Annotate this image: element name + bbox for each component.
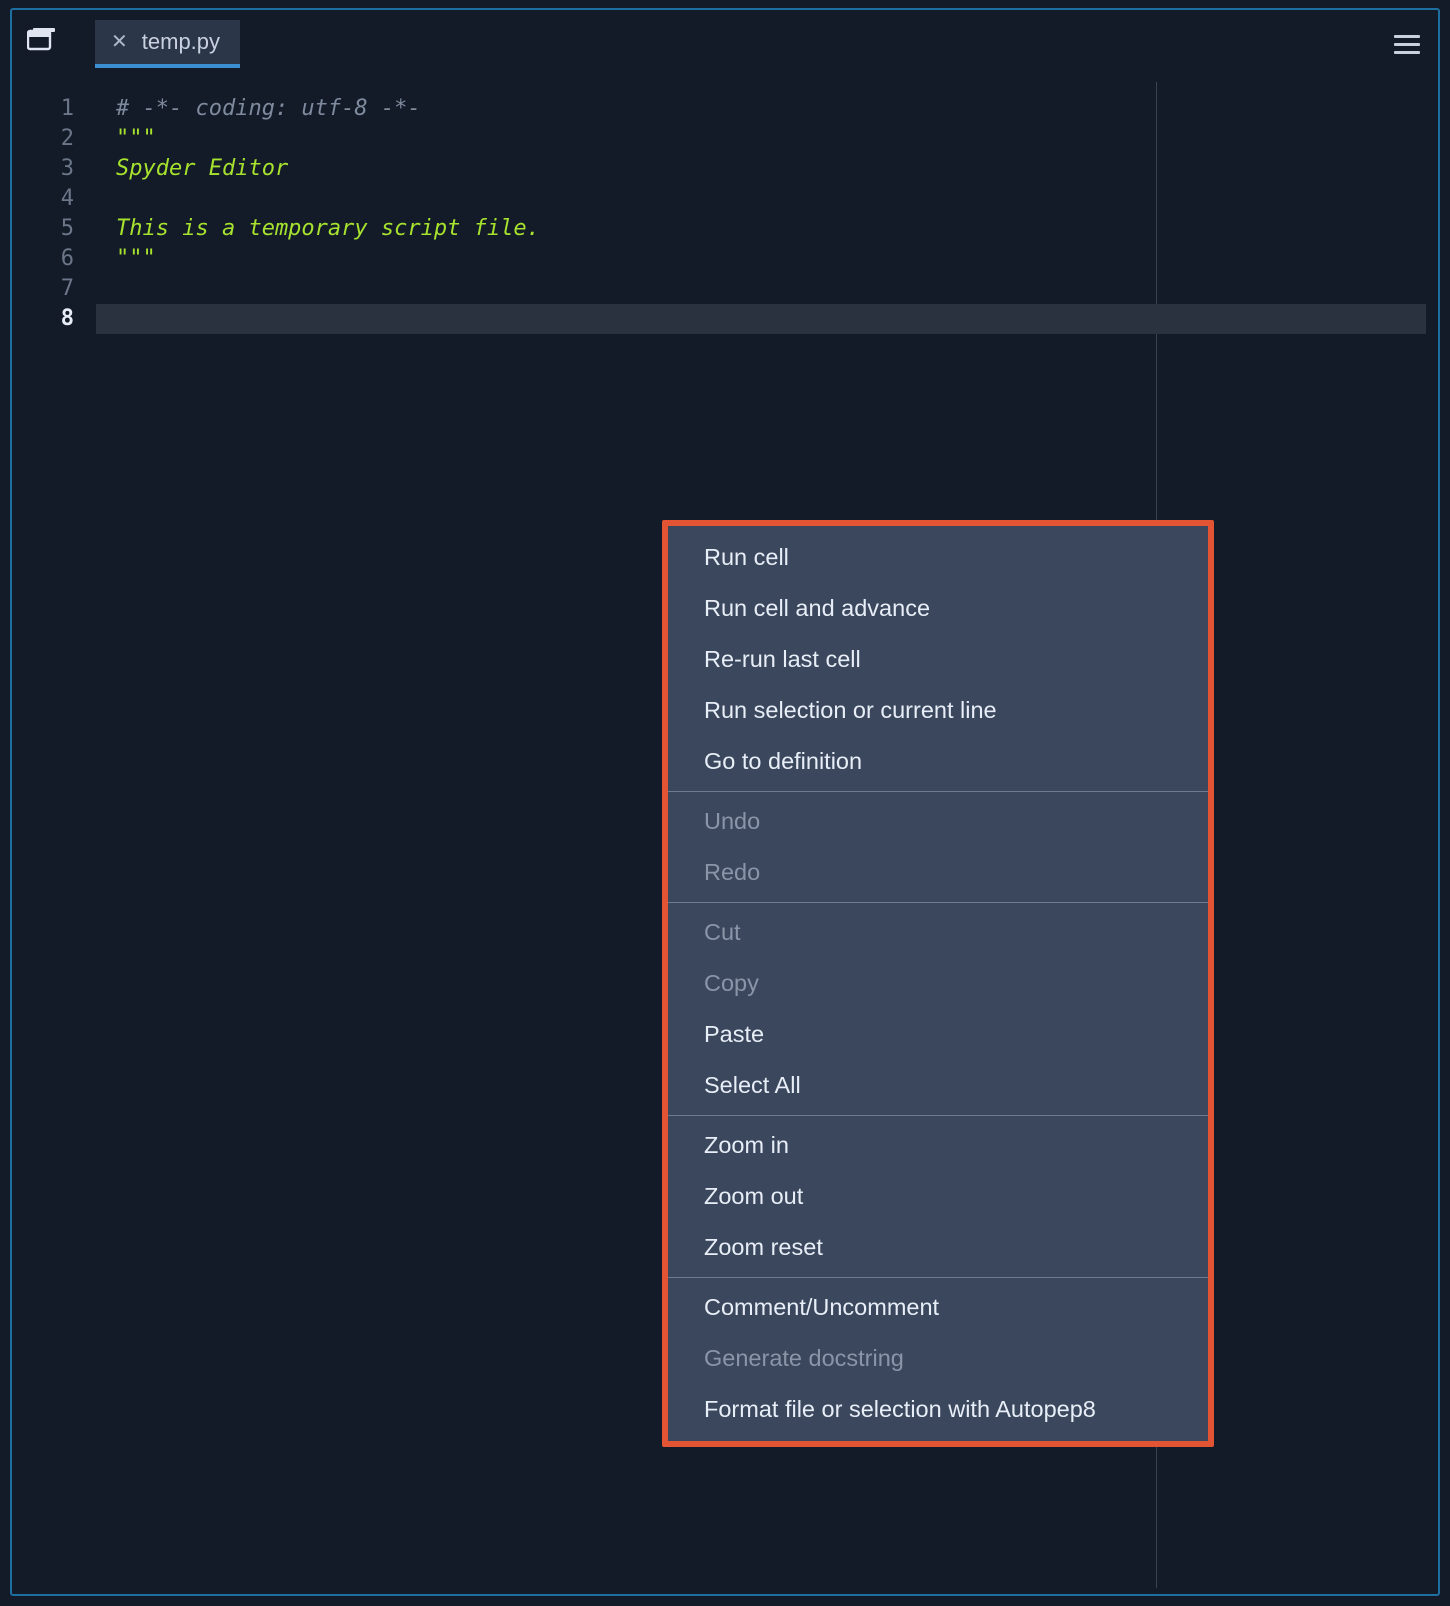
hamburger-menu-icon[interactable] xyxy=(1394,30,1420,59)
context-menu-item[interactable]: Run selection or current line xyxy=(668,685,1208,736)
code-line: """ xyxy=(116,246,156,271)
context-menu-item[interactable]: Zoom out xyxy=(668,1171,1208,1222)
line-number: 3 xyxy=(16,154,96,184)
browse-tabs-icon[interactable] xyxy=(27,27,57,53)
context-menu-item[interactable]: Go to definition xyxy=(668,736,1208,787)
context-menu-item[interactable]: Comment/Uncomment xyxy=(668,1282,1208,1333)
context-menu-item: Redo xyxy=(668,847,1208,898)
code-line: This is a temporary script file. xyxy=(116,216,540,241)
context-menu-item: Cut xyxy=(668,907,1208,958)
context-menu-item[interactable]: Run cell and advance xyxy=(668,583,1208,634)
line-number-current: 8 xyxy=(16,304,96,334)
tab-temp-py[interactable]: ✕ temp.py xyxy=(95,20,240,68)
line-number: 2 xyxy=(16,124,96,154)
line-number: 6 xyxy=(16,244,96,274)
code-line: # -*- coding: utf-8 -*- xyxy=(116,96,421,121)
line-number: 4 xyxy=(16,184,96,214)
context-menu-separator xyxy=(668,902,1208,903)
context-menu-item[interactable]: Select All xyxy=(668,1060,1208,1111)
context-menu-item[interactable]: Format file or selection with Autopep8 xyxy=(668,1384,1208,1435)
context-menu-separator xyxy=(668,791,1208,792)
close-tab-icon[interactable]: ✕ xyxy=(111,32,128,52)
context-menu-item[interactable]: Zoom reset xyxy=(668,1222,1208,1273)
context-menu-item: Generate docstring xyxy=(668,1333,1208,1384)
context-menu: Run cellRun cell and advanceRe-run last … xyxy=(662,520,1214,1447)
line-number: 1 xyxy=(16,94,96,124)
context-menu-separator xyxy=(668,1277,1208,1278)
context-menu-separator xyxy=(668,1115,1208,1116)
editor-pane: ✕ temp.py 1 2 3 4 5 6 7 8 # -*- coding: … xyxy=(10,8,1440,1596)
line-number: 5 xyxy=(16,214,96,244)
context-menu-item[interactable]: Zoom in xyxy=(668,1120,1208,1171)
tab-bar: ✕ temp.py xyxy=(95,20,240,68)
line-number: 7 xyxy=(16,274,96,304)
context-menu-item[interactable]: Paste xyxy=(668,1009,1208,1060)
context-menu-item[interactable]: Re-run last cell xyxy=(668,634,1208,685)
context-menu-item: Copy xyxy=(668,958,1208,1009)
context-menu-item[interactable]: Run cell xyxy=(668,532,1208,583)
code-line: """ xyxy=(116,126,156,151)
code-line: Spyder Editor xyxy=(116,156,288,181)
tab-label: temp.py xyxy=(142,29,220,55)
line-number-gutter: 1 2 3 4 5 6 7 8 xyxy=(16,82,96,1588)
context-menu-item: Undo xyxy=(668,796,1208,847)
editor-toolbar: ✕ temp.py xyxy=(12,10,1438,78)
